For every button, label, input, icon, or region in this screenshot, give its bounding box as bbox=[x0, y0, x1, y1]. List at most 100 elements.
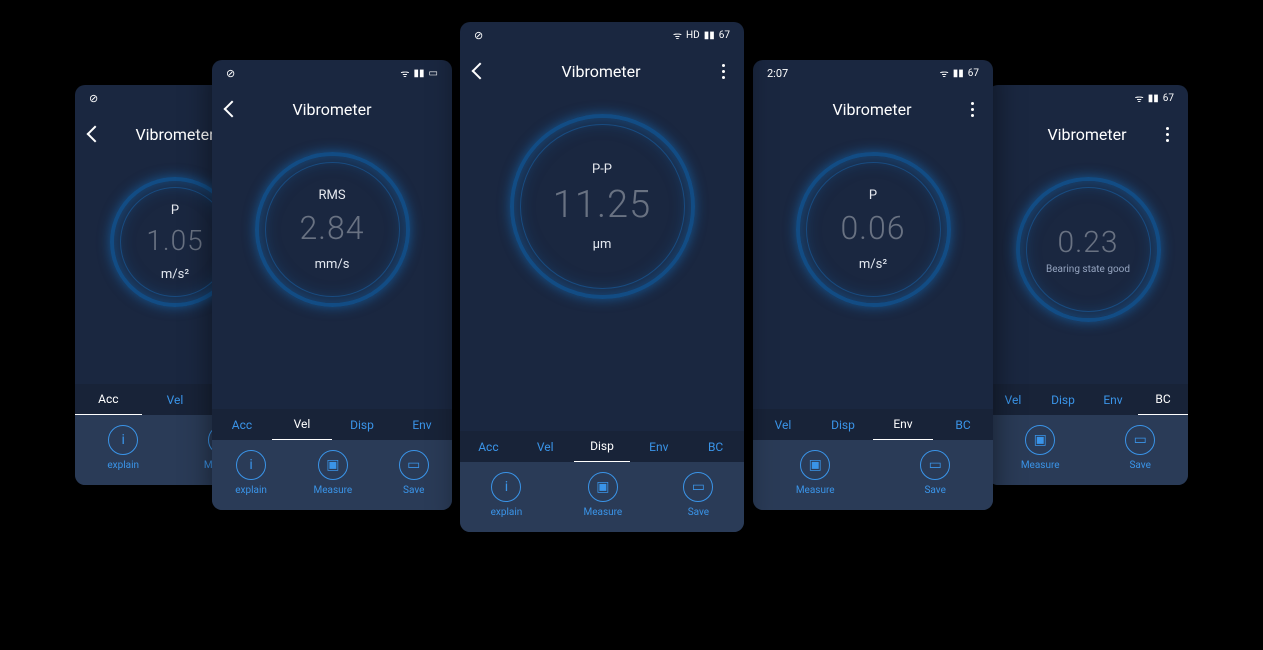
wifi-icon: ᯤ bbox=[940, 66, 949, 80]
mode-tabs: Acc Vel Disp Env BC bbox=[460, 431, 744, 462]
tab-env[interactable]: Env bbox=[392, 410, 452, 440]
info-icon: i bbox=[236, 450, 266, 480]
tab-disp[interactable]: Disp bbox=[1038, 385, 1088, 415]
action-bar: iexplain ▣Measure ▭Save bbox=[212, 440, 452, 510]
phone-screen-disp: ⊘ ᯤ HD ▮▮ 67 Vibrometer P-P 11.25 µm Acc Ve… bbox=[460, 22, 744, 532]
measure-icon: ▣ bbox=[1025, 425, 1055, 455]
tab-bc[interactable]: BC bbox=[687, 432, 744, 462]
gauge-label: P bbox=[869, 188, 877, 203]
save-button[interactable]: ▭Save bbox=[1125, 425, 1155, 471]
alarm-off-icon: ⊘ bbox=[474, 29, 483, 42]
phone-screen-env: 2:07 ᯤ ▮▮ 67 Vibrometer P 0.06 m/s² Vel Di… bbox=[753, 60, 993, 510]
app-title: Vibrometer bbox=[486, 62, 716, 81]
gauge-value: 0.06 bbox=[841, 209, 906, 247]
save-icon: ▭ bbox=[683, 472, 713, 502]
tab-vel[interactable]: Vel bbox=[753, 410, 813, 440]
tab-acc[interactable]: Acc bbox=[460, 432, 517, 462]
action-bar: ▣Measure ▭Save bbox=[988, 415, 1188, 485]
app-header: Vibrometer bbox=[988, 111, 1188, 157]
app-title: Vibrometer bbox=[779, 100, 965, 119]
app-header: Vibrometer bbox=[753, 86, 993, 132]
measurement-gauge: P-P 11.25 µm bbox=[510, 114, 695, 299]
signal-icon: ▮▮ bbox=[704, 30, 715, 41]
info-icon: i bbox=[108, 425, 138, 455]
menu-button[interactable] bbox=[716, 64, 730, 79]
save-button[interactable]: ▭Save bbox=[683, 472, 713, 518]
signal-icon: ▮▮ bbox=[953, 68, 964, 79]
info-icon: i bbox=[491, 472, 521, 502]
wifi-icon: ᯤ bbox=[673, 28, 682, 42]
measure-button[interactable]: ▣Measure bbox=[796, 450, 835, 496]
mode-tabs: Vel Disp Env BC bbox=[988, 384, 1188, 415]
gauge-value: 1.05 bbox=[146, 224, 203, 257]
phone-screen-bc: ᯤ ▮▮ 67 Vibrometer 0.23 Bearing state good… bbox=[988, 85, 1188, 485]
tab-disp[interactable]: Disp bbox=[332, 410, 392, 440]
signal-icon: ▮▮ bbox=[1148, 93, 1159, 104]
signal-icon: ▮▮ bbox=[414, 68, 425, 79]
menu-button[interactable] bbox=[1160, 127, 1174, 142]
app-header: Vibrometer bbox=[212, 86, 452, 132]
battery-icon: 67 bbox=[1163, 93, 1174, 104]
status-bar: ⊘ ᯤ ▮▮ ▭ bbox=[212, 60, 452, 86]
save-icon: ▭ bbox=[399, 450, 429, 480]
explain-button[interactable]: iexplain bbox=[107, 425, 139, 471]
measure-button[interactable]: ▣Measure bbox=[583, 472, 622, 518]
alarm-off-icon: ⊘ bbox=[226, 67, 235, 80]
measure-icon: ▣ bbox=[588, 472, 618, 502]
wifi-icon: ᯤ bbox=[1135, 91, 1144, 105]
action-bar: ▣Measure ▭Save bbox=[753, 440, 993, 510]
tab-acc[interactable]: Acc bbox=[212, 410, 272, 440]
app-title: Vibrometer bbox=[1014, 125, 1160, 144]
tab-env[interactable]: Env bbox=[630, 432, 687, 462]
battery-icon: 67 bbox=[719, 30, 730, 41]
app-title: Vibrometer bbox=[238, 100, 426, 119]
gauge-label: P bbox=[171, 203, 179, 218]
tab-env[interactable]: Env bbox=[873, 409, 933, 440]
measurement-gauge: 0.23 Bearing state good bbox=[1016, 177, 1161, 322]
tab-disp[interactable]: Disp bbox=[813, 410, 873, 440]
gauge-value: 2.84 bbox=[300, 209, 365, 247]
measurement-gauge: RMS 2.84 mm/s bbox=[255, 152, 410, 307]
gauge-value: 11.25 bbox=[553, 183, 651, 227]
mode-tabs: Acc Vel Disp Env bbox=[212, 409, 452, 440]
gauge-label: P-P bbox=[592, 162, 612, 177]
wifi-icon: ᯤ bbox=[400, 66, 409, 80]
tab-vel[interactable]: Vel bbox=[988, 385, 1038, 415]
measure-button[interactable]: ▣Measure bbox=[313, 450, 352, 496]
tab-bc[interactable]: BC bbox=[1138, 384, 1188, 415]
measure-icon: ▣ bbox=[800, 450, 830, 480]
gauge-caption: Bearing state good bbox=[1046, 264, 1130, 275]
gauge-label: RMS bbox=[318, 188, 345, 203]
phone-screen-vel: ⊘ ᯤ ▮▮ ▭ Vibrometer RMS 2.84 mm/s Acc Vel … bbox=[212, 60, 452, 510]
menu-button[interactable] bbox=[965, 102, 979, 117]
alarm-off-icon: ⊘ bbox=[89, 92, 98, 105]
tab-disp[interactable]: Disp bbox=[574, 431, 631, 462]
gauge-unit: m/s² bbox=[859, 257, 887, 272]
gauge-unit: µm bbox=[593, 237, 612, 252]
tab-vel[interactable]: Vel bbox=[272, 409, 332, 440]
app-header: Vibrometer bbox=[460, 48, 744, 94]
hd-icon: HD bbox=[686, 30, 700, 41]
gauge-value: 0.23 bbox=[1057, 225, 1118, 260]
tab-vel[interactable]: Vel bbox=[517, 432, 574, 462]
tab-bc[interactable]: BC bbox=[933, 410, 993, 440]
mode-tabs: Vel Disp Env BC bbox=[753, 409, 993, 440]
measure-icon: ▣ bbox=[318, 450, 348, 480]
battery-icon: ▭ bbox=[429, 68, 438, 79]
tab-env[interactable]: Env bbox=[1088, 385, 1138, 415]
tab-vel[interactable]: Vel bbox=[142, 385, 209, 415]
save-button[interactable]: ▭Save bbox=[920, 450, 950, 496]
gauge-unit: mm/s bbox=[315, 257, 350, 272]
tab-acc[interactable]: Acc bbox=[75, 384, 142, 415]
status-bar: ⊘ ᯤ HD ▮▮ 67 bbox=[460, 22, 744, 48]
battery-icon: 67 bbox=[968, 68, 979, 79]
measure-button[interactable]: ▣Measure bbox=[1021, 425, 1060, 471]
explain-button[interactable]: iexplain bbox=[235, 450, 267, 496]
status-bar: 2:07 ᯤ ▮▮ 67 bbox=[753, 60, 993, 86]
clock: 2:07 bbox=[767, 67, 788, 80]
save-button[interactable]: ▭Save bbox=[399, 450, 429, 496]
save-icon: ▭ bbox=[920, 450, 950, 480]
explain-button[interactable]: iexplain bbox=[491, 472, 523, 518]
action-bar: iexplain ▣Measure ▭Save bbox=[460, 462, 744, 532]
measurement-gauge: P 0.06 m/s² bbox=[796, 152, 951, 307]
